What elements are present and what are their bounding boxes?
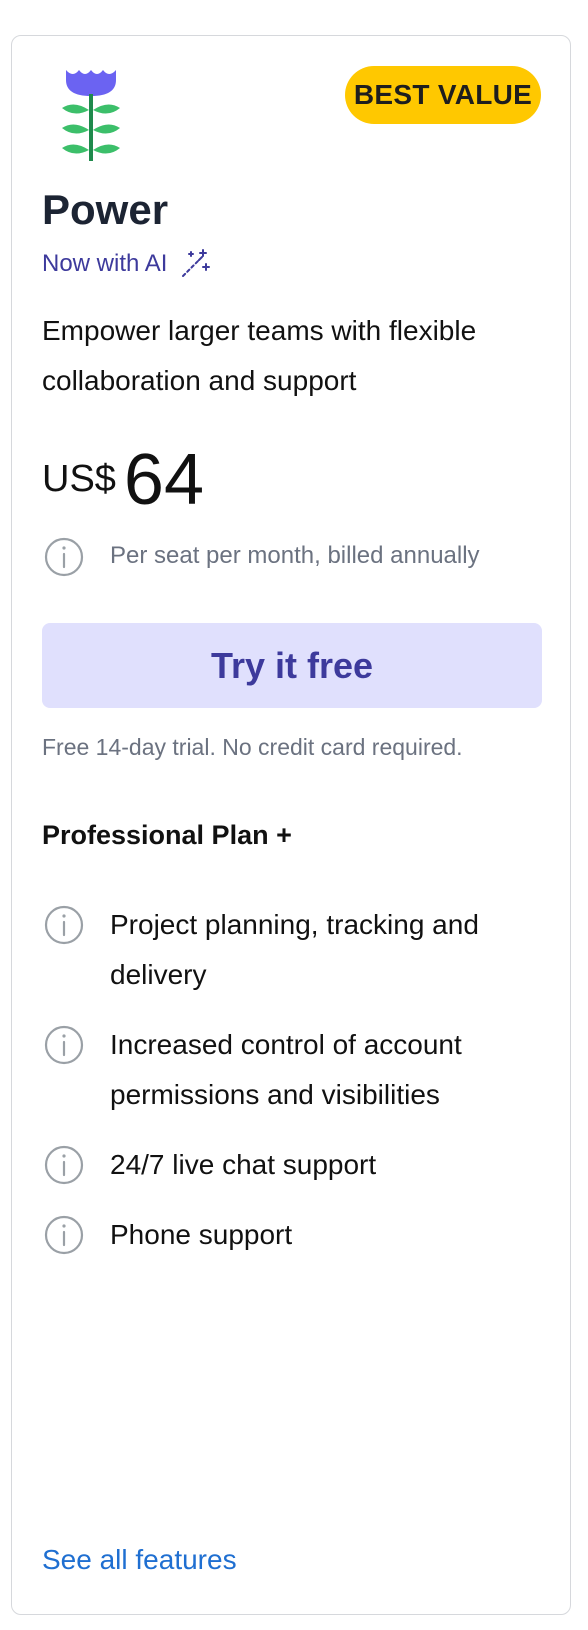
billing-note: Per seat per month, billed annually xyxy=(110,542,480,569)
info-icon[interactable] xyxy=(44,537,84,577)
see-all-features-link[interactable]: See all features xyxy=(42,1544,237,1576)
best-value-badge: BEST VALUE xyxy=(345,66,541,124)
info-icon[interactable] xyxy=(44,1145,84,1185)
feature-item: Project planning, tracking and delivery xyxy=(110,909,479,990)
price-amount: 64 xyxy=(123,440,205,520)
try-it-free-button[interactable]: Try it free xyxy=(42,623,542,708)
info-icon[interactable] xyxy=(44,1025,84,1065)
feature-item: Increased control of account permissions… xyxy=(110,1029,462,1110)
features-heading: Professional Plan + xyxy=(42,820,292,850)
ai-label: Now with AI xyxy=(42,250,168,277)
plan-description: Empower larger teams with flexible colla… xyxy=(42,315,477,396)
price-currency: US$ xyxy=(42,458,116,500)
price: US$ 64 xyxy=(42,440,204,520)
feature-item: 24/7 live chat support xyxy=(110,1149,377,1180)
ai-tagline: Now with AI xyxy=(42,248,211,280)
plan-name: Power xyxy=(42,186,169,233)
info-icon[interactable] xyxy=(44,905,84,945)
magic-wand-icon xyxy=(182,249,211,277)
trial-note: Free 14-day trial. No credit card requir… xyxy=(42,734,463,760)
flower-icon xyxy=(62,70,120,161)
info-icon[interactable] xyxy=(44,1215,84,1255)
feature-item: Phone support xyxy=(110,1219,293,1250)
